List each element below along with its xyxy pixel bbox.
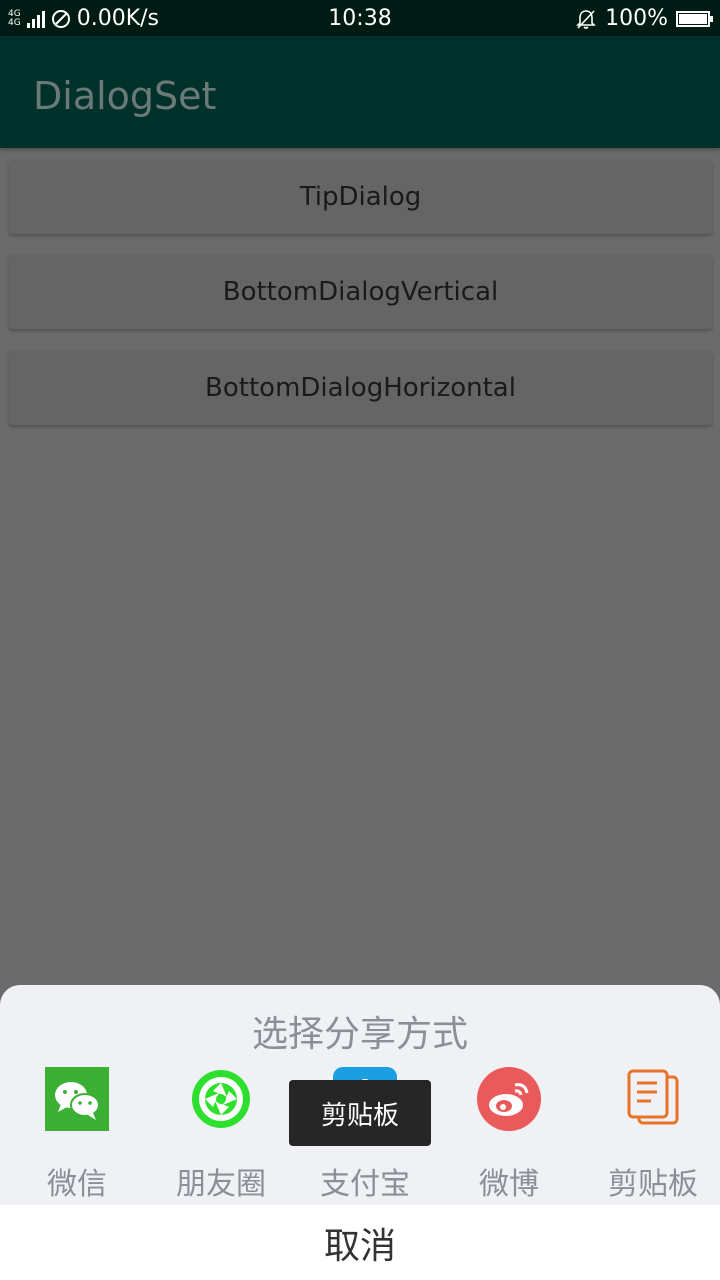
share-label-alipay: 支付宝 bbox=[320, 1167, 410, 1202]
share-label-moments: 朋友圈 bbox=[176, 1167, 266, 1202]
app-bar: DialogSet bbox=[0, 36, 720, 148]
battery-fill bbox=[679, 13, 707, 24]
status-right: 100% bbox=[575, 6, 713, 31]
app-title: DialogSet bbox=[33, 74, 217, 118]
wechat-icon bbox=[45, 1067, 109, 1131]
share-item-clipboard[interactable]: 剪贴板 bbox=[583, 1067, 720, 1203]
share-label-wechat: 微信 bbox=[47, 1167, 107, 1202]
share-item-wechat[interactable]: 微信 bbox=[7, 1067, 147, 1203]
share-label-clipboard: 剪贴板 bbox=[608, 1167, 698, 1202]
cancel-button[interactable]: 取消 bbox=[0, 1205, 720, 1280]
mute-bell-icon bbox=[576, 9, 597, 29]
share-item-weibo[interactable]: 微博 bbox=[439, 1067, 579, 1203]
weibo-icon bbox=[477, 1067, 541, 1131]
status-bar: 4G 4G 0.00K/s 10:38 100% bbox=[0, 0, 720, 36]
bottom-dialog-vertical-button[interactable]: BottomDialogVertical bbox=[9, 255, 712, 329]
battery-icon bbox=[676, 10, 713, 27]
share-item-moments[interactable]: 朋友圈 bbox=[151, 1067, 291, 1203]
share-label-weibo: 微博 bbox=[479, 1167, 539, 1202]
bottom-dialog-horizontal-button[interactable]: BottomDialogHorizontal bbox=[9, 351, 712, 425]
battery-percent: 100% bbox=[605, 6, 668, 31]
clipboard-icon bbox=[621, 1067, 685, 1131]
toast-message: 剪贴板 bbox=[289, 1080, 431, 1146]
share-sheet-title: 选择分享方式 bbox=[251, 1014, 468, 1055]
tip-dialog-button[interactable]: TipDialog bbox=[9, 160, 712, 234]
moments-icon bbox=[189, 1067, 253, 1131]
